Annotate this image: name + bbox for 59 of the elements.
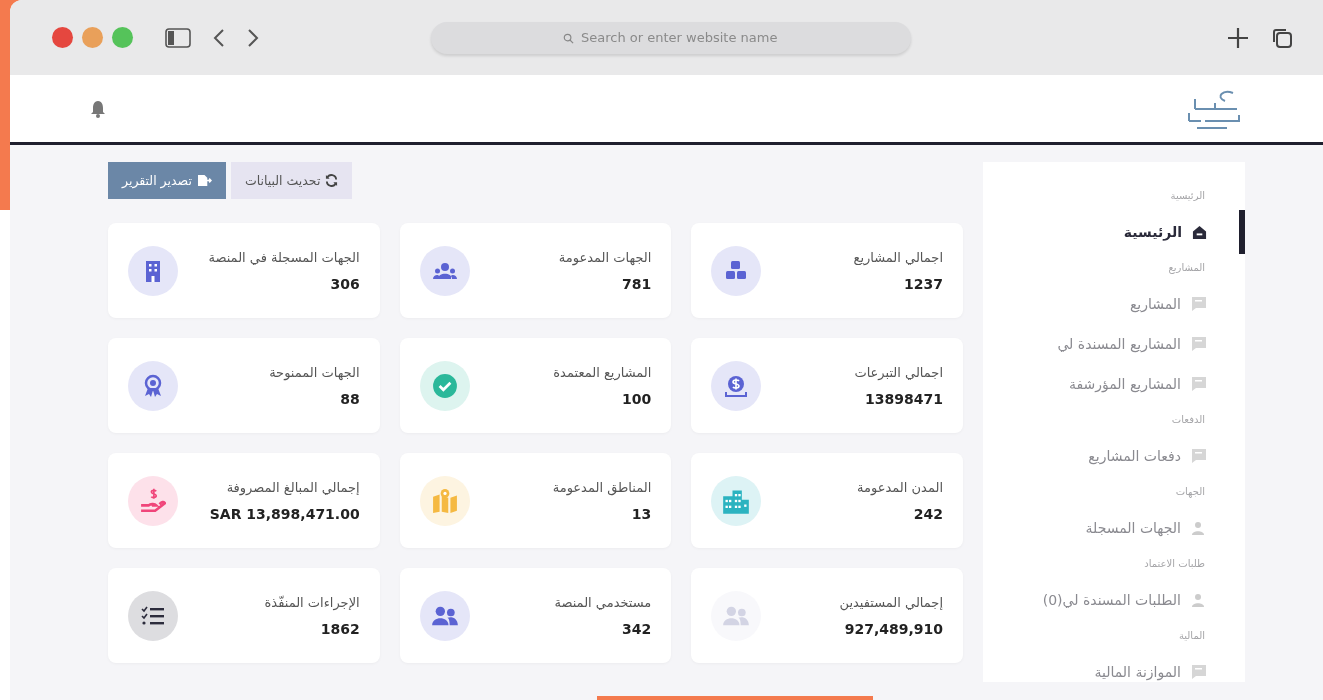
section-label: الدفعات xyxy=(1170,413,1206,427)
stat-label: الجهات الممنوحة xyxy=(269,364,360,380)
stat-label: الإجراءات المنفّذة xyxy=(264,594,360,610)
stat-value: 306 xyxy=(329,275,360,292)
stat-value: 100 xyxy=(621,390,652,407)
plus-icon[interactable] xyxy=(1227,26,1249,49)
stat-label: المناطق المدعومة xyxy=(552,479,652,495)
message-icon xyxy=(1191,336,1207,352)
sidebar-item[interactable]: المشاريع المسندة لي xyxy=(983,324,1245,364)
stat-label: اجمالي التبرعات xyxy=(854,364,943,380)
message-icon xyxy=(1191,296,1207,312)
section-label: المالية xyxy=(1177,629,1206,643)
stat-value: 342 xyxy=(621,620,652,637)
active-indicator xyxy=(1239,210,1245,254)
section-label: الجهات xyxy=(1174,485,1206,500)
stat-value: 88 xyxy=(339,390,360,407)
sidebar-item[interactable]: الموازنة المالية xyxy=(983,652,1245,692)
message-icon xyxy=(1191,376,1207,392)
stat-value: 1862 xyxy=(319,620,360,637)
back-icon[interactable] xyxy=(213,27,225,48)
stat-value: 927,489,910 xyxy=(843,620,943,637)
bell-icon[interactable] xyxy=(90,99,106,118)
address-field[interactable]: Search or enter website name xyxy=(431,21,911,54)
stat-value: 242 xyxy=(912,505,943,522)
export-icon xyxy=(196,174,212,187)
stat-value: SAR 13,898,471.00 xyxy=(209,505,360,522)
stat-label: الجهات المدعومة xyxy=(558,249,652,265)
sidebar-toggle-icon[interactable] xyxy=(165,27,191,48)
home-icon xyxy=(1192,224,1207,240)
sidebar-item[interactable]: المشاريع المؤرشفة xyxy=(983,364,1245,404)
user-icon xyxy=(1191,592,1207,608)
stat-value: 781 xyxy=(621,275,652,292)
stat-value: 13898471 xyxy=(864,390,943,407)
sidebar-item[interactable]: المشاريع xyxy=(983,284,1245,324)
section-label: الرئيسية xyxy=(1169,189,1206,203)
stat-value: 1237 xyxy=(903,275,943,292)
forward-icon[interactable] xyxy=(247,27,259,48)
stat-label: المشاريع المعتمدة xyxy=(553,364,652,380)
sidebar-item[interactable]: الرئيسية xyxy=(983,212,1245,252)
section-label: طلبات الاعتماد xyxy=(1143,557,1206,571)
stat-label: مستخدمي المنصة xyxy=(554,594,652,610)
stat-label: اجمالي المشاريع xyxy=(853,249,943,265)
sidebar-item[interactable]: دفعات المشاريع xyxy=(983,436,1245,476)
search-icon xyxy=(563,32,574,44)
message-icon xyxy=(1191,448,1207,464)
stat-label: المدن المدعومة xyxy=(857,479,943,495)
refresh-icon xyxy=(325,174,339,187)
close-icon[interactable] xyxy=(52,27,73,48)
export-button[interactable]: تصدير التقرير xyxy=(108,162,226,199)
stat-label: إجمالي المستفيدين xyxy=(839,594,943,610)
section-label: المشاريع xyxy=(1167,261,1206,276)
tabs-icon[interactable] xyxy=(1271,26,1293,49)
sidebar-item[interactable]: الطلبات المسندة لي(0) xyxy=(983,580,1245,620)
stat-label: الجهات المسجلة في المنصة xyxy=(208,249,360,265)
stat-value: 13 xyxy=(630,505,652,522)
sidebar-item[interactable]: الجهات المسجلة xyxy=(983,508,1245,548)
user-icon xyxy=(1191,520,1207,536)
stat-label: إجمالي المبالغ المصروفة xyxy=(225,479,360,495)
refresh-button[interactable]: تحديث البيانات xyxy=(230,162,353,199)
